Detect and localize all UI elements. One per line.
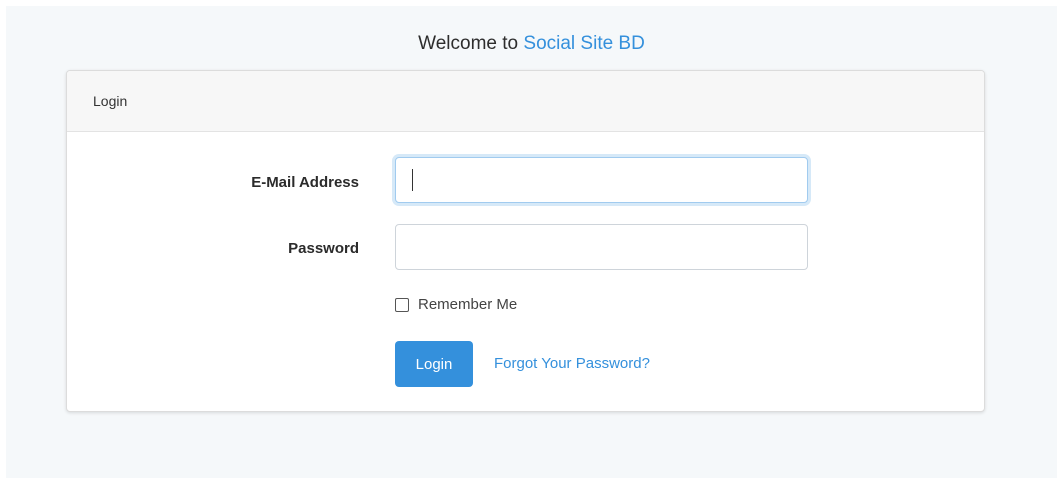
remember-me-label: Remember Me [418,296,518,313]
email-label: E-Mail Address [251,174,359,191]
remember-me-checkbox[interactable] [395,297,409,312]
login-card: Login E-Mail Address Password Remember M… [66,70,985,412]
password-field[interactable] [395,224,808,270]
text-caret [412,169,413,191]
welcome-heading: Welcome to Social Site BD [0,33,1063,55]
welcome-text: Welcome to [418,33,519,54]
password-label: Password [288,240,359,257]
login-button[interactable]: Login [395,341,473,387]
email-field[interactable] [395,157,808,203]
card-header: Login [67,71,984,132]
card-title: Login [93,93,128,109]
brand-link[interactable]: Social Site BD [523,33,644,54]
forgot-password-link[interactable]: Forgot Your Password? [494,355,650,372]
remember-me-option[interactable]: Remember Me [395,296,517,313]
